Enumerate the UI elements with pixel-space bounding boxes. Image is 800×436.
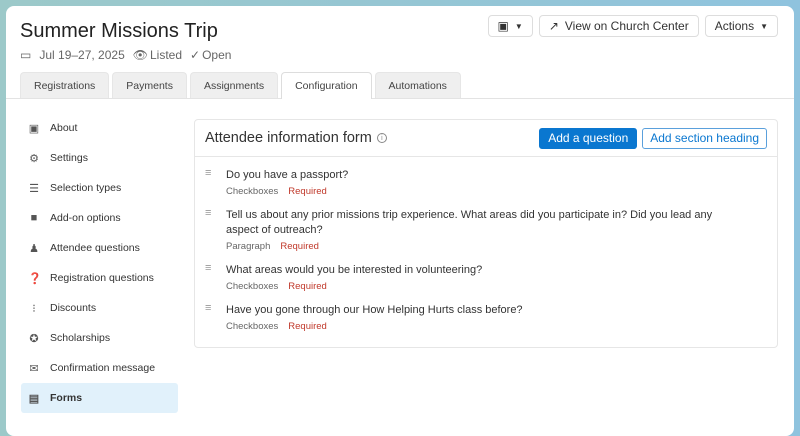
tab-configuration[interactable]: Configuration: [281, 72, 372, 99]
gear-icon: ⚙: [29, 152, 39, 165]
sidebar-item-forms[interactable]: ▤ Forms: [21, 383, 178, 413]
addon-icon: ■: [30, 212, 38, 224]
question-circle-icon: ❓: [28, 272, 42, 285]
question-item[interactable]: ≡ What areas would you be interested in v…: [195, 263, 777, 293]
event-meta: ▭ Jul 19–27, 2025 👁 Listed ✓ Open: [20, 48, 231, 62]
sidebar-item-settings[interactable]: ⚙ Settings: [21, 143, 178, 173]
app-window: Summer Missions Trip ▭ Jul 19–27, 2025 👁 L…: [6, 6, 794, 436]
tab-automations[interactable]: Automations: [374, 72, 461, 98]
envelope-icon: ✉: [29, 362, 39, 375]
info-icon[interactable]: i: [376, 133, 387, 143]
sidebar-item-discounts[interactable]: ⁝ Discounts: [21, 293, 178, 323]
attendee-form-panel: Attendee information form i Add a questi…: [194, 119, 778, 348]
question-item[interactable]: ≡ Have you gone through our How Helping H…: [195, 303, 777, 333]
required-label: Required: [288, 186, 327, 197]
sidebar-item-label: Scholarships: [50, 332, 111, 344]
question-item[interactable]: ≡ Tell us about any prior missions trip e…: [195, 208, 777, 253]
question-item[interactable]: ≡ Do you have a passport? Checkboxes Requir…: [195, 168, 777, 198]
required-label: Required: [280, 241, 319, 252]
sidebar-item-label: Discounts: [50, 302, 97, 314]
sidebar-item-registration-questions[interactable]: ❓ Registration questions: [21, 263, 178, 293]
add-section-heading-button[interactable]: Add section heading: [642, 127, 767, 149]
sidebar-item-label: Add-on options: [50, 212, 121, 224]
sidebar-item-label: Attendee questions: [50, 242, 140, 254]
add-question-button[interactable]: Add a question: [539, 127, 638, 149]
sidebar-item-selection-types[interactable]: ☰ Selection types: [21, 173, 178, 203]
sidebar-item-label: Settings: [50, 152, 88, 164]
form-title: Attendee information form: [205, 130, 372, 146]
tab-payments[interactable]: Payments: [112, 72, 187, 98]
sidebar-item-label: Registration questions: [50, 272, 154, 284]
calendar-icon: ▣: [497, 19, 509, 33]
check-icon: ✓: [190, 48, 201, 62]
question-type: Checkboxes: [226, 321, 279, 332]
tab-registrations[interactable]: Registrations: [20, 72, 110, 98]
actions-label: Actions: [714, 19, 755, 33]
drag-handle-icon[interactable]: ≡: [205, 208, 216, 252]
discount-icon: ⁝: [32, 302, 36, 315]
eye-icon: 👁: [132, 48, 148, 62]
external-link-icon: ↗: [548, 19, 559, 33]
sidebar-item-about[interactable]: ▣ About: [21, 113, 178, 143]
required-label: Required: [288, 321, 327, 332]
forms-icon: ▤: [28, 392, 40, 405]
drag-handle-icon[interactable]: ≡: [205, 263, 216, 292]
required-label: Required: [288, 281, 327, 292]
listed-status: Listed: [149, 48, 183, 62]
drag-handle-icon[interactable]: ≡: [205, 168, 216, 197]
question-text: Do you have a passport?: [226, 169, 349, 181]
sidebar-item-scholarships[interactable]: ✪ Scholarships: [21, 323, 178, 353]
caret-down-icon: ▼: [514, 21, 523, 31]
caret-down-icon: ▼: [760, 21, 768, 31]
calendar-icon: ▣: [28, 122, 40, 135]
sidebar-item-confirmation-message[interactable]: ✉ Confirmation message: [21, 353, 178, 383]
person-question-icon: ♟: [29, 242, 39, 255]
question-text: Have you gone through our How Helping Hu…: [226, 304, 523, 316]
calendar-dropdown-button[interactable]: ▣ ▼: [487, 15, 533, 37]
actions-button[interactable]: Actions ▼: [704, 15, 778, 37]
sidebar-item-label: Confirmation message: [50, 362, 156, 374]
event-date: Jul 19–27, 2025: [39, 48, 125, 62]
question-text: What areas would you be interested in vo…: [226, 264, 483, 276]
view-label: View on Church Center: [564, 19, 689, 33]
page-title: Summer Missions Trip: [20, 20, 218, 42]
list-icon: ☰: [29, 182, 39, 195]
sidebar-item-label: About: [50, 122, 78, 134]
question-type: Paragraph: [226, 241, 271, 252]
question-type: Checkboxes: [226, 186, 279, 197]
view-on-church-center-button[interactable]: ↗ View on Church Center: [538, 15, 699, 37]
question-text: Tell us about any prior missions trip ex…: [226, 209, 713, 236]
question-type: Checkboxes: [226, 281, 279, 292]
sidebar-item-label: Selection types: [50, 182, 122, 194]
sidebar-item-attendee-questions[interactable]: ♟ Attendee questions: [21, 233, 178, 263]
calendar-icon: ▭: [20, 48, 32, 62]
drag-handle-icon[interactable]: ≡: [205, 303, 216, 332]
tab-assignments[interactable]: Assignments: [189, 72, 279, 98]
sidebar: ▣ About ⚙ Settings ☰ Selection types ■ Add-o…: [21, 113, 178, 413]
open-status: Open: [202, 48, 232, 62]
sidebar-item-label: Forms: [50, 392, 83, 404]
sidebar-item-add-on-options[interactable]: ■ Add-on options: [21, 203, 178, 233]
ribbon-icon: ✪: [29, 332, 39, 345]
